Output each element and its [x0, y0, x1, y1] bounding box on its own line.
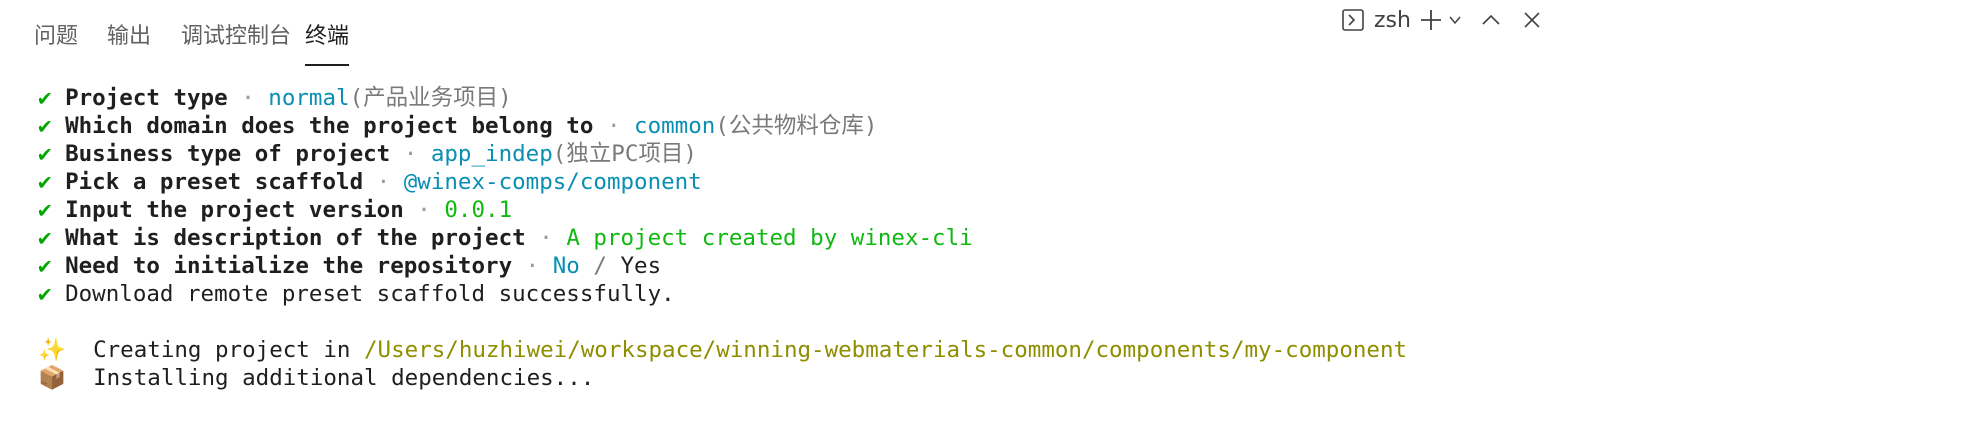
prompt-question: What is description of the project [65, 225, 526, 251]
prompt-question: Business type of project [65, 141, 391, 167]
prompt-question: Pick a preset scaffold [65, 169, 364, 195]
check-icon: ✔ [38, 281, 52, 307]
prompt-separator: · [241, 85, 255, 111]
terminal-shell-selector[interactable]: zsh [1342, 0, 1412, 40]
terminal-line: ✔ Which domain does the project belong t… [38, 112, 1946, 140]
plus-icon [1419, 8, 1443, 32]
chevron-up-icon [1481, 10, 1501, 30]
chevron-down-icon [1448, 13, 1462, 27]
terminal-line: ✔ Pick a preset scaffold · @winex-comps/… [38, 168, 1946, 196]
panel-tab-bar: 问题 输出 调试控制台 终端 zsh [0, 0, 1966, 70]
tab-output-label: 输出 [107, 24, 152, 49]
terminal-line: ✔ Project type · normal(产品业务项目) [38, 84, 1946, 112]
prompt-separator: · [403, 141, 418, 167]
prompt-note: (独立PC项目) [552, 141, 697, 167]
prompt-answer: No [552, 253, 580, 279]
prompt-question: Which domain does the project belong to [65, 113, 594, 139]
prompt-question: Project type [65, 85, 228, 111]
prompt-separator: · [417, 197, 431, 223]
tab-terminal-label: 终端 [305, 24, 350, 49]
check-icon: ✔ [38, 197, 52, 223]
prompt-separator: · [376, 169, 391, 195]
sparkles-icon: ✨ [38, 337, 67, 363]
prompt-separator: · [606, 113, 621, 139]
tab-output[interactable]: 输出 [107, 20, 151, 54]
terminal-line: ✔ Need to initialize the repository · No… [38, 252, 1946, 280]
check-icon: ✔ [38, 169, 52, 195]
prompt-answer: 0.0.1 [444, 197, 513, 223]
prompt-question: Need to initialize the repository [65, 253, 513, 279]
active-tab-indicator [305, 64, 350, 66]
new-terminal-button[interactable] [1418, 0, 1444, 40]
creating-text: Creating project in [66, 337, 365, 363]
prompt-slash: / [593, 253, 607, 279]
project-path: /Users/huzhiwei/workspace/winning-webmat… [364, 337, 1408, 363]
package-icon: 📦 [38, 365, 67, 391]
prompt-separator: · [525, 253, 540, 279]
check-icon: ✔ [38, 85, 52, 111]
prompt-question: Input the project version [65, 197, 404, 223]
terminal-icon [1342, 9, 1364, 31]
download-message: Download remote preset scaffold successf… [65, 281, 675, 307]
terminal-line: ✨ Creating project in /Users/huzhiwei/wo… [38, 336, 1946, 364]
terminal-line: ✔ Input the project version · 0.0.1 [38, 196, 1946, 224]
prompt-separator: · [539, 225, 553, 251]
tab-problems-label: 问题 [34, 24, 79, 49]
terminal-line: ✔ Download remote preset scaffold succes… [38, 280, 1946, 308]
prompt-note: (公共物料仓库) [715, 113, 878, 139]
prompt-answer: normal [268, 85, 350, 111]
tab-debug-console[interactable]: 调试控制台 [181, 20, 291, 54]
prompt-answer: common [634, 113, 716, 139]
close-panel-button[interactable] [1521, 0, 1543, 40]
terminal-line: ✔ Business type of project · app_indep(独… [38, 140, 1946, 168]
terminal-dropdown-button[interactable] [1446, 0, 1464, 40]
tab-terminal[interactable]: 终端 [305, 20, 350, 66]
check-icon: ✔ [38, 225, 52, 251]
installing-text: Installing additional dependencies... [66, 365, 595, 391]
prompt-answer: app_indep [430, 141, 553, 167]
terminal-line: 📦 Installing additional dependencies... [38, 364, 1946, 392]
prompt-note: (产品业务项目) [349, 85, 512, 111]
shell-name: zsh [1374, 7, 1411, 33]
tab-debug-console-label: 调试控制台 [181, 24, 292, 49]
tab-problems[interactable]: 问题 [34, 20, 78, 54]
close-icon [1523, 11, 1541, 29]
check-icon: ✔ [38, 141, 52, 167]
prompt-answer: @winex-comps/component [403, 169, 702, 195]
terminal-output[interactable]: ✔ Project type · normal(产品业务项目) ✔ Which … [38, 84, 1946, 392]
check-icon: ✔ [38, 253, 52, 279]
prompt-answer: A project created by winex-cli [566, 225, 973, 251]
check-icon: ✔ [38, 113, 52, 139]
terminal-line: ✔ What is description of the project · A… [38, 224, 1946, 252]
maximize-panel-button[interactable] [1478, 0, 1504, 40]
prompt-other-option: Yes [620, 253, 662, 279]
